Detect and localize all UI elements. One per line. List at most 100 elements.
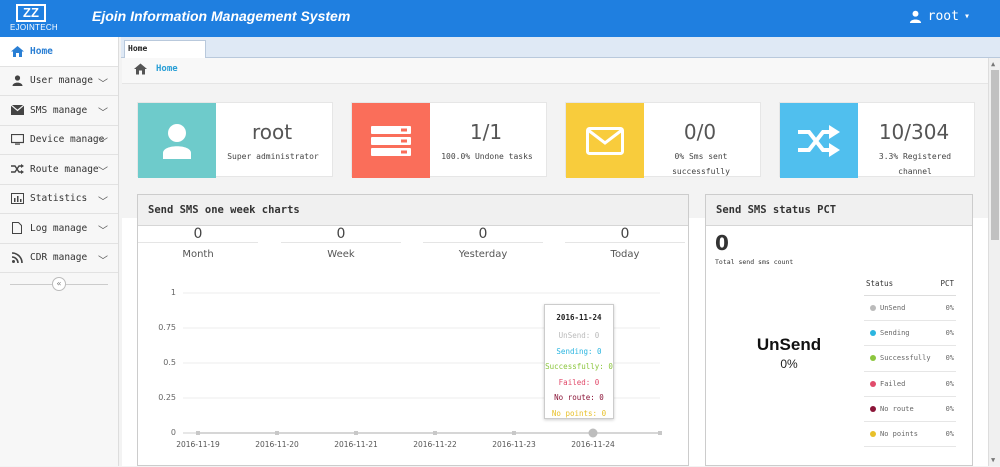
status-table: Status PCT UnSend 0% Sending 0% Successfully… — [864, 276, 956, 448]
stat-value: 0/0 — [683, 120, 717, 144]
x-tick-label: 2016-11-21 — [334, 440, 378, 449]
stat-icon-box — [352, 103, 430, 178]
y-tick-label: 1 — [170, 288, 176, 297]
status-pct: 0% — [945, 430, 954, 439]
col-status: Status — [866, 279, 894, 288]
home-icon — [134, 63, 147, 75]
status-label: UnSend — [880, 304, 906, 313]
x-tick-label: 2016-11-24 — [571, 440, 615, 449]
count-value: 0 — [565, 226, 685, 243]
stat-icon-box — [566, 103, 644, 178]
user-icon — [909, 10, 921, 23]
status-table-header: Status PCT — [864, 276, 956, 296]
sidebar-item-home[interactable]: Home — [0, 37, 118, 67]
data-point — [658, 431, 662, 435]
file-icon — [10, 222, 24, 235]
stat-desc: 0% Sms sent successfully — [672, 152, 730, 176]
tooltip-row: No points: 0 — [551, 408, 607, 418]
server-icon — [371, 125, 411, 156]
status-pct: 0% — [945, 379, 954, 388]
status-label: Sending — [880, 329, 910, 338]
status-pct: 0% — [945, 329, 954, 338]
scroll-down-icon[interactable]: ▼ — [991, 456, 995, 464]
stat-card-channel: 10/304 3.3% Registered channel — [779, 102, 975, 178]
sidebar-item-statistics[interactable]: Statistics ﹀ — [0, 185, 118, 214]
status-row: Successfully 0% — [864, 346, 956, 372]
count-label: Yesterday — [458, 249, 508, 260]
x-tick-label: 2016-11-23 — [492, 440, 536, 449]
status-row: Failed 0% — [864, 372, 956, 397]
stat-card-sms: 0/0 0% Sms sent successfully — [565, 102, 761, 178]
sidebar-item-log-manage[interactable]: Log manage ﹀ — [0, 214, 118, 244]
breadcrumb-home[interactable]: Home — [156, 64, 178, 74]
tab-bar: Home — [121, 37, 1000, 59]
sidebar-item-label: Device manage — [30, 134, 105, 146]
stat-icon-box — [138, 103, 216, 178]
count-label: Month — [182, 249, 214, 260]
status-label: No points — [880, 430, 918, 439]
stat-value: root — [251, 120, 293, 144]
status-name: Sending — [870, 329, 910, 337]
tooltip-date: 2016-11-24 — [556, 313, 602, 322]
user-name: root — [927, 9, 959, 24]
stat-desc: Super administrator — [227, 152, 319, 161]
data-point[interactable] — [512, 431, 516, 435]
tab-home[interactable]: Home — [124, 40, 206, 59]
tooltip-row: UnSend: 0 — [558, 331, 600, 340]
user-icon — [10, 75, 24, 87]
main-content: Home root Super administrator 1/1 100.0%… — [122, 58, 988, 466]
data-point[interactable] — [433, 431, 437, 435]
sidebar-item-label: Statistics — [30, 193, 88, 205]
sidebar-item-device-manage[interactable]: Device manage ﹀ — [0, 126, 118, 155]
status-label: Successfully — [880, 354, 931, 363]
scroll-up-icon[interactable]: ▲ — [991, 60, 995, 68]
status-row: No route 0% — [864, 397, 956, 422]
stat-value: 1/1 — [469, 120, 503, 144]
app-title: Ejoin Information Management System — [92, 8, 351, 24]
count-yesterday: 0 Yesterday — [423, 226, 543, 260]
sidebar-item-label: CDR manage — [30, 252, 88, 264]
chevron-down-icon: ﹀ — [98, 78, 108, 90]
sidebar-collapse-row: « — [0, 273, 118, 295]
data-point[interactable] — [196, 431, 200, 435]
donut-pct: 0% — [780, 357, 798, 371]
tooltip-row: Failed: 0 — [558, 377, 600, 387]
data-point[interactable] — [354, 431, 358, 435]
home-icon — [10, 45, 24, 57]
y-tick-label: 0.5 — [163, 358, 176, 367]
chevron-down-icon: ﹀ — [98, 196, 108, 208]
status-dot-icon — [870, 305, 876, 312]
data-point[interactable] — [275, 431, 279, 435]
sidebar-item-label: Route manage — [30, 163, 99, 175]
breadcrumb: Home — [122, 58, 988, 84]
sidebar-item-route-manage[interactable]: Route manage ﹀ — [0, 155, 118, 185]
x-tick-label: 2016-11-19 — [176, 440, 220, 449]
sidebar: Home User manage ﹀ SMS manage ﹀ Device m… — [0, 37, 119, 466]
sidebar-item-cdr-manage[interactable]: CDR manage ﹀ — [0, 244, 118, 273]
tooltip-row: No route: 0 — [554, 393, 604, 402]
sidebar-item-sms-manage[interactable]: SMS manage ﹀ — [0, 96, 118, 126]
collapse-sidebar-button[interactable]: « — [52, 277, 66, 291]
status-label: Failed — [880, 379, 906, 388]
envelope-icon — [10, 104, 24, 116]
status-pct: 0% — [945, 304, 954, 313]
scroll-thumb[interactable] — [991, 70, 999, 240]
hover-point[interactable] — [588, 428, 598, 438]
status-name: UnSend — [870, 304, 905, 312]
tooltip-row: Successfully: 0 — [545, 362, 613, 371]
status-pct: 0% — [945, 354, 954, 363]
monitor-icon — [10, 134, 24, 146]
chevron-down-icon: ﹀ — [98, 226, 108, 237]
count-week: 0 Week — [281, 226, 401, 260]
total-count: 0 — [715, 231, 729, 255]
shuffle-icon — [798, 124, 840, 157]
bar-chart-icon — [10, 193, 24, 205]
y-tick-label: 0.75 — [158, 323, 176, 332]
sidebar-item-label: Home — [30, 45, 53, 57]
donut-center-label: UnSend 0% — [734, 335, 844, 371]
sidebar-item-label: User manage — [30, 75, 93, 87]
sidebar-item-user-manage[interactable]: User manage ﹀ — [0, 67, 118, 96]
count-month: 0 Month — [138, 226, 258, 260]
user-menu[interactable]: root ▾ — [909, 9, 970, 24]
scrollbar[interactable]: ▲ ▼ — [988, 58, 1000, 466]
